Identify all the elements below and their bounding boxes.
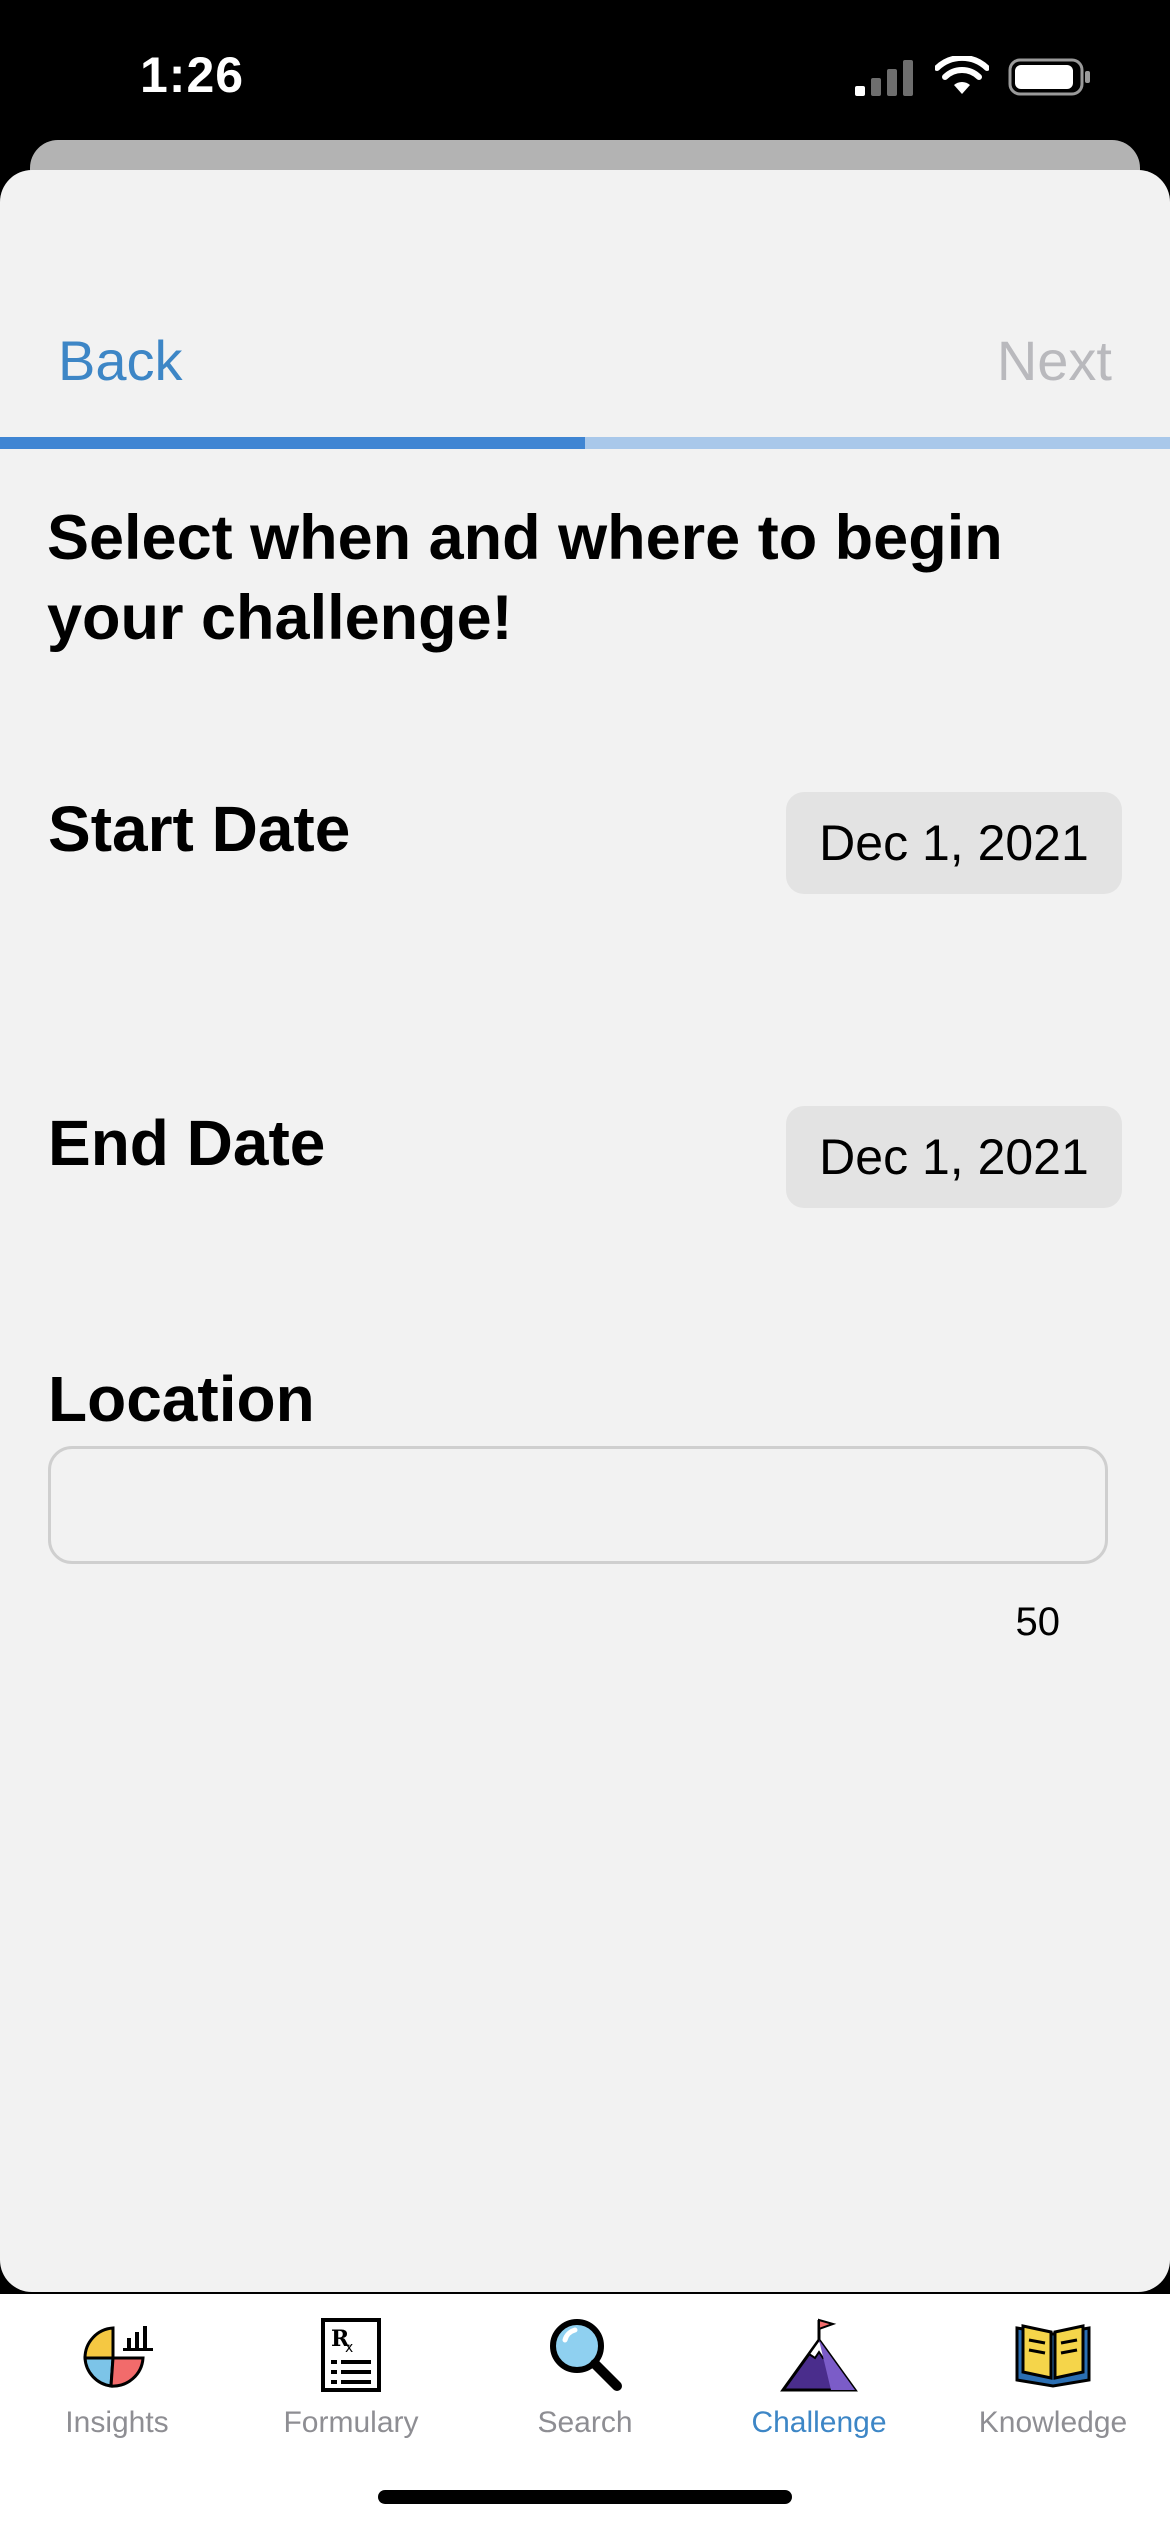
battery-icon xyxy=(1008,58,1090,96)
tab-search[interactable]: Search xyxy=(468,2294,702,2474)
tab-label: Challenge xyxy=(751,2406,887,2439)
end-date-picker[interactable]: Dec 1, 2021 xyxy=(786,1106,1122,1208)
start-date-label: Start Date xyxy=(48,793,351,865)
wifi-icon xyxy=(935,56,989,94)
tab-knowledge[interactable]: Knowledge xyxy=(936,2294,1170,2474)
tab-label: Knowledge xyxy=(978,2406,1128,2439)
start-date-picker[interactable]: Dec 1, 2021 xyxy=(786,792,1122,894)
cellular-signal-icon xyxy=(855,60,913,96)
location-input[interactable] xyxy=(48,1446,1108,1564)
progress-bar-fill xyxy=(0,437,585,449)
progress-bar xyxy=(0,437,1170,449)
svg-text:x: x xyxy=(345,2340,353,2356)
book-icon xyxy=(1015,2324,1091,2388)
pie-chart-icon xyxy=(83,2326,153,2388)
tab-label: Insights xyxy=(65,2406,169,2439)
back-button[interactable]: Back xyxy=(58,328,183,393)
mountain-flag-icon xyxy=(780,2318,858,2392)
tab-challenge[interactable]: Challenge xyxy=(702,2294,936,2474)
location-label: Location xyxy=(48,1363,315,1435)
tab-label: Search xyxy=(537,2406,633,2439)
end-date-label: End Date xyxy=(48,1107,326,1179)
next-button[interactable]: Next xyxy=(997,328,1112,393)
page-title: Select when and where to begin your chal… xyxy=(47,503,1003,653)
home-indicator[interactable] xyxy=(378,2490,792,2504)
tab-formulary[interactable]: R x Formulary xyxy=(234,2294,468,2474)
tab-label: Formulary xyxy=(283,2406,419,2439)
tab-insights[interactable]: Insights xyxy=(0,2294,234,2474)
challenge-setup-sheet: Back Next Select when and where to begin… xyxy=(0,170,1170,2292)
status-time: 1:26 xyxy=(140,47,245,103)
prescription-icon: R x xyxy=(321,2318,381,2392)
magnifier-icon xyxy=(550,2319,622,2391)
location-char-count: 50 xyxy=(1015,1600,1061,1644)
status-bar: 1:26 xyxy=(0,0,1170,150)
